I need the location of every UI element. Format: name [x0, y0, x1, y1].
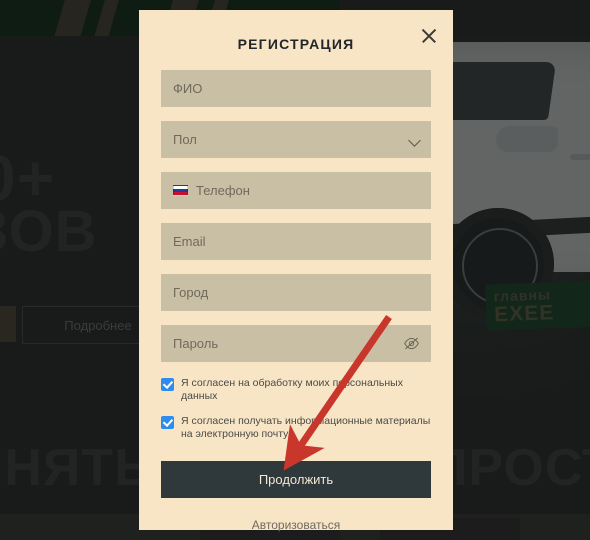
city-placeholder: Город: [173, 285, 209, 300]
consent-marketing-checkbox[interactable]: Я согласен получать информационные матер…: [161, 415, 431, 441]
password-placeholder: Пароль: [173, 336, 219, 351]
registration-modal: РЕГИСТРАЦИЯ ФИО Пол Телефон Email Город …: [139, 10, 453, 532]
login-link[interactable]: Авторизоваться: [161, 518, 431, 532]
gender-select[interactable]: Пол: [161, 121, 431, 158]
russia-flag-icon: [173, 185, 188, 196]
checkbox-checked-icon[interactable]: [161, 378, 174, 391]
chevron-down-icon: [408, 134, 421, 147]
fullname-input[interactable]: ФИО: [161, 70, 431, 107]
gender-placeholder: Пол: [173, 132, 197, 147]
page-title: РЕГИСТРАЦИЯ: [237, 36, 355, 52]
consent-personal-data-label: Я согласен на обработку моих персональны…: [181, 377, 403, 402]
email-input[interactable]: Email: [161, 223, 431, 260]
close-icon[interactable]: [419, 26, 439, 46]
phone-input[interactable]: Телефон: [161, 172, 431, 209]
password-input[interactable]: Пароль: [161, 325, 431, 362]
city-input[interactable]: Город: [161, 274, 431, 311]
consent-personal-data-checkbox[interactable]: Я согласен на обработку моих персональны…: [161, 377, 431, 403]
checkbox-checked-icon[interactable]: [161, 416, 174, 429]
email-placeholder: Email: [173, 234, 206, 249]
consent-marketing-label: Я согласен получать информационные матер…: [181, 415, 431, 440]
phone-placeholder: Телефон: [196, 183, 250, 198]
fullname-placeholder: ФИО: [173, 81, 203, 96]
screen-root: 0+ ЗОВ Подробнее главны EXEE ИНЯТЬ ПРОСТ…: [0, 0, 590, 540]
continue-button[interactable]: Продолжить: [161, 461, 431, 498]
eye-slash-icon[interactable]: [403, 336, 420, 351]
